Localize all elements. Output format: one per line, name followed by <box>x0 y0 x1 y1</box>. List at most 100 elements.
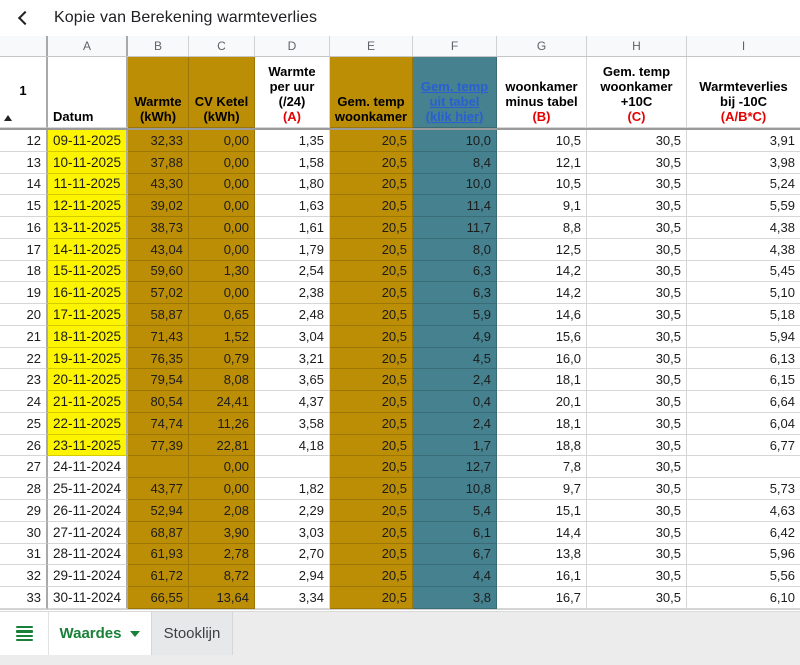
cell[interactable]: 12,7 <box>413 456 497 479</box>
cell[interactable]: 30,5 <box>587 195 687 218</box>
cell[interactable]: 5,9 <box>413 304 497 326</box>
column-header-d[interactable]: D <box>255 36 330 56</box>
cell[interactable]: 16-11-2025 <box>48 282 128 305</box>
cell[interactable]: 58,87 <box>128 304 189 326</box>
row-header-33[interactable]: 33 <box>0 587 48 609</box>
back-button[interactable] <box>0 0 46 36</box>
cell[interactable]: 8,8 <box>497 217 587 239</box>
cell[interactable]: 2,4 <box>413 412 497 435</box>
cell[interactable]: 30,5 <box>587 500 687 522</box>
row-header-21[interactable]: 21 <box>0 325 48 348</box>
cell[interactable]: 6,15 <box>687 369 800 392</box>
cell[interactable]: 9,1 <box>497 195 587 218</box>
row-header-24[interactable]: 24 <box>0 391 48 413</box>
cell[interactable]: 18,1 <box>497 412 587 435</box>
cell[interactable]: 0,00 <box>189 173 255 196</box>
cell[interactable]: 3,58 <box>255 412 330 435</box>
cell[interactable]: 77,39 <box>128 434 189 457</box>
cell[interactable]: 43,04 <box>128 238 189 261</box>
cell[interactable]: 2,48 <box>255 304 330 326</box>
cell[interactable]: 30,5 <box>587 391 687 413</box>
cell[interactable]: 20,5 <box>330 391 413 413</box>
cell[interactable]: 12,5 <box>497 238 587 261</box>
cell[interactable]: 0,00 <box>189 282 255 305</box>
cell[interactable]: 74,74 <box>128 412 189 435</box>
header-cell-f[interactable]: Gem. temp uit tabel (klik hier) <box>413 57 497 128</box>
cell[interactable]: 29-11-2024 <box>48 565 128 588</box>
cell[interactable]: 4,18 <box>255 434 330 457</box>
cell[interactable]: 61,93 <box>128 543 189 566</box>
cell[interactable]: 6,3 <box>413 282 497 305</box>
cell[interactable]: 3,65 <box>255 369 330 392</box>
cell[interactable]: 20-11-2025 <box>48 369 128 392</box>
cell[interactable]: 2,29 <box>255 500 330 522</box>
row-header-31[interactable]: 31 <box>0 543 48 566</box>
cell[interactable]: 5,4 <box>413 500 497 522</box>
column-header-e[interactable]: E <box>330 36 413 56</box>
cell[interactable]: 0,79 <box>189 347 255 370</box>
cell[interactable]: 3,03 <box>255 521 330 544</box>
cell[interactable]: 21-11-2025 <box>48 391 128 413</box>
cell[interactable]: 27-11-2024 <box>48 521 128 544</box>
column-header-i[interactable]: I <box>687 36 800 56</box>
row-header-18[interactable]: 18 <box>0 260 48 283</box>
cell[interactable]: 0,65 <box>189 304 255 326</box>
header-cell-a[interactable]: Datum <box>48 57 128 128</box>
cell[interactable]: 1,7 <box>413 434 497 457</box>
cell[interactable]: 09-11-2025 <box>48 130 128 152</box>
cell[interactable]: 2,08 <box>189 500 255 522</box>
column-header-h[interactable]: H <box>587 36 687 56</box>
row-header-20[interactable]: 20 <box>0 304 48 326</box>
column-header-c[interactable]: C <box>189 36 255 56</box>
row-header-26[interactable]: 26 <box>0 434 48 457</box>
cell[interactable]: 0,00 <box>189 130 255 152</box>
cell[interactable]: 20,5 <box>330 500 413 522</box>
cell[interactable]: 11,7 <box>413 217 497 239</box>
cell[interactable]: 20,5 <box>330 369 413 392</box>
cell[interactable] <box>255 456 330 479</box>
cell[interactable]: 30,5 <box>587 521 687 544</box>
cell[interactable]: 61,72 <box>128 565 189 588</box>
cell[interactable]: 10,8 <box>413 478 497 501</box>
cell[interactable]: 20,5 <box>330 543 413 566</box>
cell[interactable]: 20,5 <box>330 173 413 196</box>
cell[interactable]: 2,78 <box>189 543 255 566</box>
cell[interactable]: 8,08 <box>189 369 255 392</box>
cell[interactable]: 52,94 <box>128 500 189 522</box>
column-header-a[interactable]: A <box>48 36 128 56</box>
header-cell-c[interactable]: CV Ketel (kWh) <box>189 57 255 128</box>
cell[interactable]: 5,56 <box>687 565 800 588</box>
cell[interactable]: 30,5 <box>587 434 687 457</box>
cell[interactable]: 20,5 <box>330 282 413 305</box>
cell[interactable]: 6,1 <box>413 521 497 544</box>
row-header-14[interactable]: 14 <box>0 173 48 196</box>
cell[interactable]: 38,73 <box>128 217 189 239</box>
cell[interactable]: 13,8 <box>497 543 587 566</box>
cell[interactable]: 5,18 <box>687 304 800 326</box>
cell[interactable]: 0,00 <box>189 478 255 501</box>
cell[interactable]: 17-11-2025 <box>48 304 128 326</box>
cell[interactable]: 2,4 <box>413 369 497 392</box>
cell[interactable]: 5,96 <box>687 543 800 566</box>
cell[interactable]: 4,38 <box>687 217 800 239</box>
cell[interactable]: 13,64 <box>189 587 255 609</box>
cell[interactable]: 1,52 <box>189 325 255 348</box>
cell[interactable]: 59,60 <box>128 260 189 283</box>
header-cell-b[interactable]: Warmte (kWh) <box>128 57 189 128</box>
cell[interactable]: 18,1 <box>497 369 587 392</box>
cell[interactable]: 79,54 <box>128 369 189 392</box>
cell[interactable]: 3,90 <box>189 521 255 544</box>
row-header-12[interactable]: 12 <box>0 130 48 152</box>
cell[interactable]: 30,5 <box>587 238 687 261</box>
cell[interactable]: 30,5 <box>587 260 687 283</box>
cell[interactable]: 20,5 <box>330 151 413 174</box>
row-header-27[interactable]: 27 <box>0 456 48 479</box>
row-header-23[interactable]: 23 <box>0 369 48 392</box>
cell[interactable]: 20,5 <box>330 130 413 152</box>
cell[interactable]: 30,5 <box>587 304 687 326</box>
cell[interactable]: 4,4 <box>413 565 497 588</box>
cell[interactable]: 20,5 <box>330 565 413 588</box>
cell[interactable]: 20,5 <box>330 521 413 544</box>
header-link[interactable]: Gem. temp uit tabel (klik hier) <box>421 79 488 124</box>
cell[interactable]: 4,38 <box>687 238 800 261</box>
